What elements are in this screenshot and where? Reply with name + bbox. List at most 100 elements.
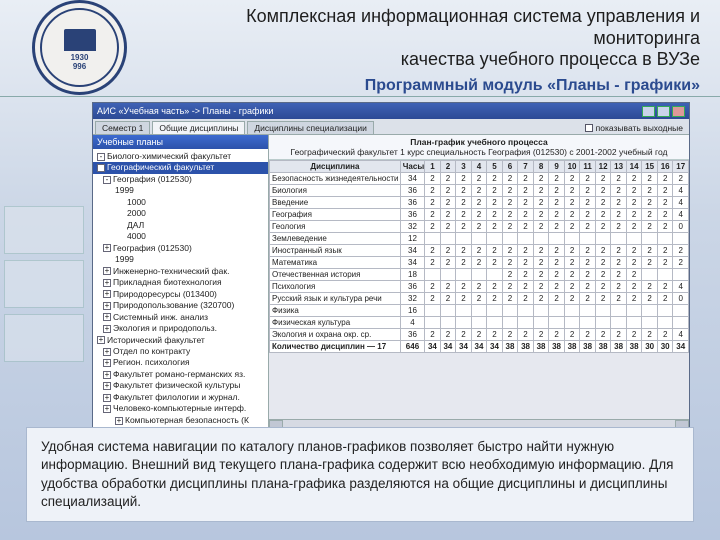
tree-node-label: Факультет филологии и журнал. bbox=[113, 392, 240, 403]
expand-toggle-icon[interactable]: + bbox=[103, 371, 111, 379]
expand-toggle-icon[interactable]: + bbox=[103, 405, 111, 413]
expand-toggle-icon[interactable]: + bbox=[103, 267, 111, 275]
tree-node[interactable]: -Биолого-химический факультет bbox=[93, 151, 268, 162]
tree-node[interactable]: +Природоресурсы (013400) bbox=[93, 289, 268, 300]
tree-node-label: Биолого-химический факультет bbox=[107, 151, 231, 162]
expand-toggle-icon[interactable]: + bbox=[103, 244, 111, 252]
tree-node-label: Прикладная биотехнология bbox=[113, 277, 222, 288]
table-row[interactable]: Отечественная история18222222222 bbox=[270, 269, 689, 281]
tree-node[interactable]: +Факультет романо-германских яз. bbox=[93, 369, 268, 380]
checkbox-icon bbox=[585, 124, 593, 132]
decorative-thumbnails bbox=[0, 200, 88, 368]
expand-toggle-icon[interactable]: + bbox=[103, 348, 111, 356]
tree-node[interactable]: +Прикладная биотехнология bbox=[93, 277, 268, 288]
table-row[interactable]: Землеведение12 bbox=[270, 233, 689, 245]
table-row[interactable]: Геология3222222222222222220 bbox=[270, 221, 689, 233]
window-title: АИС «Учебная часть» -> Планы - графики bbox=[97, 106, 273, 116]
table-row[interactable]: Психология3622222222222222224 bbox=[270, 281, 689, 293]
table-row[interactable]: Иностранный язык3422222222222222222 bbox=[270, 245, 689, 257]
table-row[interactable]: Русский язык и культура речи322222222222… bbox=[270, 293, 689, 305]
tree-node[interactable]: 1999 bbox=[93, 185, 268, 196]
table-row[interactable]: Биология3622222222222222224 bbox=[270, 185, 689, 197]
sidebar-header: Учебные планы bbox=[93, 135, 268, 149]
expand-toggle-icon[interactable]: + bbox=[103, 394, 111, 402]
tree-node-label: Компьютерная безопасность (К bbox=[125, 415, 249, 426]
expand-toggle-icon[interactable]: + bbox=[103, 302, 111, 310]
tree-node-label: Инженерно-технический фак. bbox=[113, 266, 229, 277]
expand-toggle-icon[interactable]: + bbox=[97, 336, 105, 344]
tab-semester1[interactable]: Семестр 1 bbox=[95, 121, 150, 134]
expand-toggle-icon[interactable]: - bbox=[103, 176, 111, 184]
tree-node[interactable]: +География (012530) bbox=[93, 243, 268, 254]
plan-subtitle: Географический факультет 1 курс специаль… bbox=[273, 147, 685, 157]
table-row[interactable]: Физическая культура4 bbox=[270, 317, 689, 329]
tree-node-label: 2000 bbox=[127, 208, 146, 219]
table-row[interactable]: Математика3422222222222222222 bbox=[270, 257, 689, 269]
window-titlebar[interactable]: АИС «Учебная часть» -> Планы - графики bbox=[93, 103, 689, 119]
tree-node-label: География (012530) bbox=[113, 243, 192, 254]
close-button[interactable] bbox=[672, 106, 685, 117]
table-row[interactable]: Экология и охрана окр. ср.36222222222222… bbox=[270, 329, 689, 341]
tree-node-label: Природоресурсы (013400) bbox=[113, 289, 217, 300]
tree-node[interactable]: +Факультет физической культуры bbox=[93, 380, 268, 391]
expand-toggle-icon[interactable]: + bbox=[103, 313, 111, 321]
tree-node[interactable]: 4000 bbox=[93, 231, 268, 242]
expand-toggle-icon[interactable]: + bbox=[115, 417, 123, 425]
tree-node-label: 1000 bbox=[127, 197, 146, 208]
table-row[interactable]: Безопасность жизнедеятельности3422222222… bbox=[270, 173, 689, 185]
table-row[interactable]: Физика16 bbox=[270, 305, 689, 317]
tree-node-label: 1999 bbox=[115, 254, 134, 265]
tree-node[interactable]: +Человеко-компьютерные интерф. bbox=[93, 403, 268, 414]
tree-node[interactable]: 2000 bbox=[93, 208, 268, 219]
tree-node[interactable]: +Компьютерная безопасность (К bbox=[93, 415, 268, 426]
expand-toggle-icon[interactable]: + bbox=[103, 279, 111, 287]
expand-toggle-icon[interactable]: - bbox=[97, 164, 105, 172]
tree-node[interactable]: +Исторический факультет bbox=[93, 335, 268, 346]
tree-node[interactable]: +Природопользование (320700) bbox=[93, 300, 268, 311]
tree-node-label: Природопользование (320700) bbox=[113, 300, 234, 311]
tree-node-label: Системный инж. анализ bbox=[113, 312, 208, 323]
tree-node[interactable]: +Инженерно-технический фак. bbox=[93, 266, 268, 277]
tree-node[interactable]: +Экология и природопольз. bbox=[93, 323, 268, 334]
tree-node[interactable]: +Системный инж. анализ bbox=[93, 312, 268, 323]
tree-node-label: Географический факультет bbox=[107, 162, 214, 173]
maximize-button[interactable] bbox=[657, 106, 670, 117]
tree-node[interactable]: -География (012530) bbox=[93, 174, 268, 185]
tree-node[interactable]: +Регион. психология bbox=[93, 357, 268, 368]
expand-toggle-icon[interactable]: + bbox=[103, 382, 111, 390]
plan-title: План-график учебного процесса bbox=[273, 137, 685, 147]
total-row: Количество дисциплин — 17646343434343438… bbox=[270, 341, 689, 353]
expand-toggle-icon[interactable]: + bbox=[103, 325, 111, 333]
tree-node-label: ДАЛ bbox=[127, 220, 144, 231]
plan-header: План-график учебного процесса Географиче… bbox=[269, 135, 689, 160]
show-weekends-toggle[interactable]: показывать выходные bbox=[579, 122, 689, 134]
table-row[interactable]: Введение3622222222222222224 bbox=[270, 197, 689, 209]
expand-toggle-icon[interactable]: - bbox=[97, 153, 105, 161]
tree-node[interactable]: +Факультет филологии и журнал. bbox=[93, 392, 268, 403]
tree-node-label: Экология и природопольз. bbox=[113, 323, 217, 334]
plan-tree[interactable]: -Биолого-химический факультет-Географиче… bbox=[93, 149, 268, 431]
tree-node[interactable]: 1999 bbox=[93, 254, 268, 265]
minimize-button[interactable] bbox=[642, 106, 655, 117]
tab-common-disciplines[interactable]: Общие дисциплины bbox=[152, 121, 245, 134]
app-window: АИС «Учебная часть» -> Планы - графики С… bbox=[92, 102, 690, 432]
slide-caption: Удобная система навигации по каталогу пл… bbox=[26, 427, 694, 522]
slide-subtitle: Программный модуль «Планы - графики» bbox=[150, 77, 700, 95]
table-row[interactable]: География3622222222222222224 bbox=[270, 209, 689, 221]
tree-node-label: 4000 bbox=[127, 231, 146, 242]
tree-node[interactable]: 1000 bbox=[93, 197, 268, 208]
plan-grid[interactable]: ДисциплинаЧасы1234567891011121314151617Б… bbox=[269, 160, 689, 353]
slide-title-line1: Комплексная информационная система управ… bbox=[150, 6, 700, 49]
university-seal: 1930 996 bbox=[32, 0, 127, 95]
tree-node[interactable]: ДАЛ bbox=[93, 220, 268, 231]
tree-node-label: Регион. психология bbox=[113, 357, 190, 368]
tree-node-label: 1999 bbox=[115, 185, 134, 196]
tree-node[interactable]: -Географический факультет bbox=[93, 162, 268, 173]
tab-spec-disciplines[interactable]: Дисциплины специализации bbox=[247, 121, 373, 134]
tab-strip: Семестр 1 Общие дисциплины Дисциплины сп… bbox=[93, 119, 689, 135]
tree-node-label: Факультет физической культуры bbox=[113, 380, 240, 391]
tree-node[interactable]: +Отдел по контракту bbox=[93, 346, 268, 357]
slide-title-line2: качества учебного процесса в ВУЗе bbox=[150, 49, 700, 71]
expand-toggle-icon[interactable]: + bbox=[103, 359, 111, 367]
expand-toggle-icon[interactable]: + bbox=[103, 290, 111, 298]
